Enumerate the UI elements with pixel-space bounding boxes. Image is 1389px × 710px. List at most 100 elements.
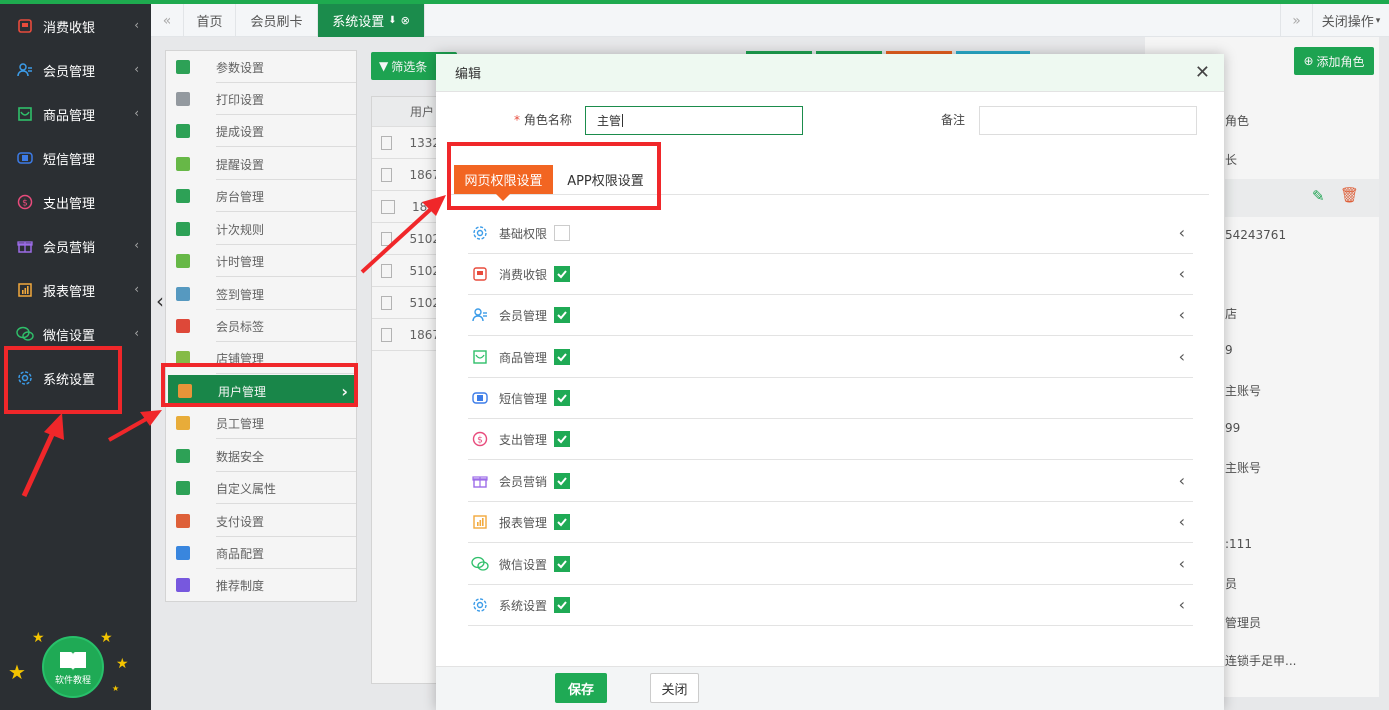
permission-checkbox[interactable] xyxy=(554,307,571,323)
gear-icon xyxy=(471,596,489,614)
permission-row-members[interactable]: 会员管理 ‹ xyxy=(468,295,1193,336)
svg-text:$: $ xyxy=(22,199,28,209)
sidebar-item-label: 会员管理 xyxy=(43,64,96,80)
sidebar-item-marketing[interactable]: 会员营销 ‹ xyxy=(0,224,151,268)
permission-label: 会员管理 xyxy=(499,308,548,323)
expense-icon: $ xyxy=(16,193,34,211)
role-name-input[interactable]: 主管 xyxy=(585,106,803,135)
star-icon: ★ xyxy=(100,630,113,646)
permission-label: 消费收银 xyxy=(499,267,548,282)
gear-icon xyxy=(471,224,489,242)
chevron-left-icon[interactable]: ‹ xyxy=(1179,595,1185,614)
sidebar-item-expense[interactable]: $ 支出管理 xyxy=(0,180,151,224)
close-operations-dropdown[interactable]: 关闭操作 ▾ xyxy=(1313,4,1389,37)
tutorial-button[interactable]: 软件教程 xyxy=(42,636,104,698)
highlight-box-permission-tabs xyxy=(447,142,661,210)
remark-label: 备注 xyxy=(941,113,966,127)
sidebar-item-goods[interactable]: 商品管理 ‹ xyxy=(0,92,151,136)
star-icon: ★ xyxy=(112,684,120,693)
permission-label: 系统设置 xyxy=(499,598,548,613)
role-name-label: * 角色名称 xyxy=(514,113,572,127)
chevron-left-icon[interactable]: ‹ xyxy=(1179,512,1185,531)
book-icon xyxy=(60,651,86,671)
permission-label: 会员营销 xyxy=(499,474,548,489)
permission-checkbox[interactable] xyxy=(554,473,571,489)
sidebar-item-label: 微信设置 xyxy=(43,328,96,344)
chevron-left-icon: ‹ xyxy=(134,106,139,120)
members-icon xyxy=(16,61,34,79)
sidebar-item-sms[interactable]: 短信管理 xyxy=(0,136,151,180)
wechat-icon xyxy=(16,325,34,343)
sidebar-item-cashier[interactable]: 消费收银 ‹ xyxy=(0,4,151,48)
star-icon: ★ xyxy=(32,630,45,646)
permission-row-marketing[interactable]: 会员营销 ‹ xyxy=(468,461,1193,502)
members-icon xyxy=(471,306,489,324)
permission-checkbox[interactable] xyxy=(554,225,571,241)
cashier-icon xyxy=(471,265,489,283)
permission-checkbox[interactable] xyxy=(554,390,571,406)
sidebar-item-members[interactable]: 会员管理 ‹ xyxy=(0,48,151,92)
chevron-left-icon[interactable]: ‹ xyxy=(1179,305,1185,324)
sidebar-item-label: 报表管理 xyxy=(43,284,96,300)
chevron-left-icon[interactable]: ‹ xyxy=(1179,264,1185,283)
close-icon[interactable]: ✕ xyxy=(1195,64,1210,82)
sms-icon xyxy=(16,149,34,167)
permission-checkbox[interactable] xyxy=(554,556,571,572)
permission-row-expense[interactable]: $ 支出管理 xyxy=(468,419,1193,460)
remark-input[interactable] xyxy=(979,106,1197,135)
sidebar-item-label: 消费收银 xyxy=(43,20,96,36)
pin-icon[interactable]: ⬇ xyxy=(388,15,396,26)
permission-row-sms[interactable]: 短信管理 xyxy=(468,378,1193,419)
chevron-left-icon[interactable]: ‹ xyxy=(1179,347,1185,366)
tab-home[interactable]: 首页 xyxy=(184,4,236,37)
sidebar-item-label: 商品管理 xyxy=(43,108,96,124)
permission-row-basic[interactable]: 基础权限 ‹ xyxy=(468,213,1193,254)
sidebar-item-report[interactable]: 报表管理 ‹ xyxy=(0,268,151,312)
permission-label: 短信管理 xyxy=(499,391,548,406)
sidebar-item-label: 会员营销 xyxy=(43,240,96,256)
close-operations-label: 关闭操作 xyxy=(1321,15,1374,30)
permission-label: 微信设置 xyxy=(499,557,548,572)
permission-checkbox[interactable] xyxy=(554,266,571,282)
save-button[interactable]: 保存 xyxy=(555,673,607,703)
chevron-left-icon: ‹ xyxy=(134,282,139,296)
permission-checkbox[interactable] xyxy=(554,514,571,530)
report-icon xyxy=(471,513,489,531)
permission-row-report[interactable]: 报表管理 ‹ xyxy=(468,502,1193,543)
permission-row-wechat[interactable]: 微信设置 ‹ xyxy=(468,544,1193,585)
chevron-left-icon[interactable]: ‹ xyxy=(1179,554,1185,573)
tab-member-card[interactable]: 会员刷卡 xyxy=(236,4,318,37)
role-name-value: 主管 xyxy=(597,114,622,128)
scroll-right-button[interactable]: » xyxy=(1280,4,1313,37)
dialog-title: 编辑 xyxy=(455,67,482,82)
tab-label: 首页 xyxy=(196,15,223,30)
chevron-left-icon[interactable]: ‹ xyxy=(1179,471,1185,490)
permission-row-goods[interactable]: 商品管理 ‹ xyxy=(468,337,1193,378)
highlight-box-system-settings xyxy=(4,346,122,414)
expense-icon: $ xyxy=(471,430,489,448)
permission-row-system[interactable]: 系统设置 ‹ xyxy=(468,585,1193,626)
sms-icon xyxy=(471,389,489,407)
chevron-left-icon[interactable]: ‹ xyxy=(1179,223,1185,242)
wechat-icon xyxy=(471,555,489,573)
svg-text:$: $ xyxy=(477,436,483,446)
permission-checkbox[interactable] xyxy=(554,349,571,365)
scroll-left-button[interactable]: « xyxy=(151,4,184,37)
star-icon: ★ xyxy=(116,656,129,672)
permission-checkbox[interactable] xyxy=(554,597,571,613)
close-icon[interactable]: ⊗ xyxy=(401,14,410,27)
tab-system-settings[interactable]: 系统设置 ⬇ ⊗ xyxy=(318,4,425,37)
chevron-left-icon: ‹ xyxy=(134,238,139,252)
permission-row-cashier[interactable]: 消费收银 ‹ xyxy=(468,254,1193,295)
goods-icon xyxy=(16,105,34,123)
sidebar-item-label: 支出管理 xyxy=(43,196,96,212)
save-label: 保存 xyxy=(567,682,594,698)
highlight-box-user-management xyxy=(161,363,358,407)
permission-checkbox[interactable] xyxy=(554,431,571,447)
caret-down-icon: ▾ xyxy=(1375,15,1381,26)
tab-bar: « 首页 会员刷卡 系统设置 ⬇ ⊗ » 关闭操作 ▾ xyxy=(151,4,1389,37)
permission-label: 支出管理 xyxy=(499,432,548,447)
tab-label: 会员刷卡 xyxy=(250,15,303,30)
sidebar-item-label: 短信管理 xyxy=(43,152,96,168)
close-button[interactable]: 关闭 xyxy=(650,673,699,703)
